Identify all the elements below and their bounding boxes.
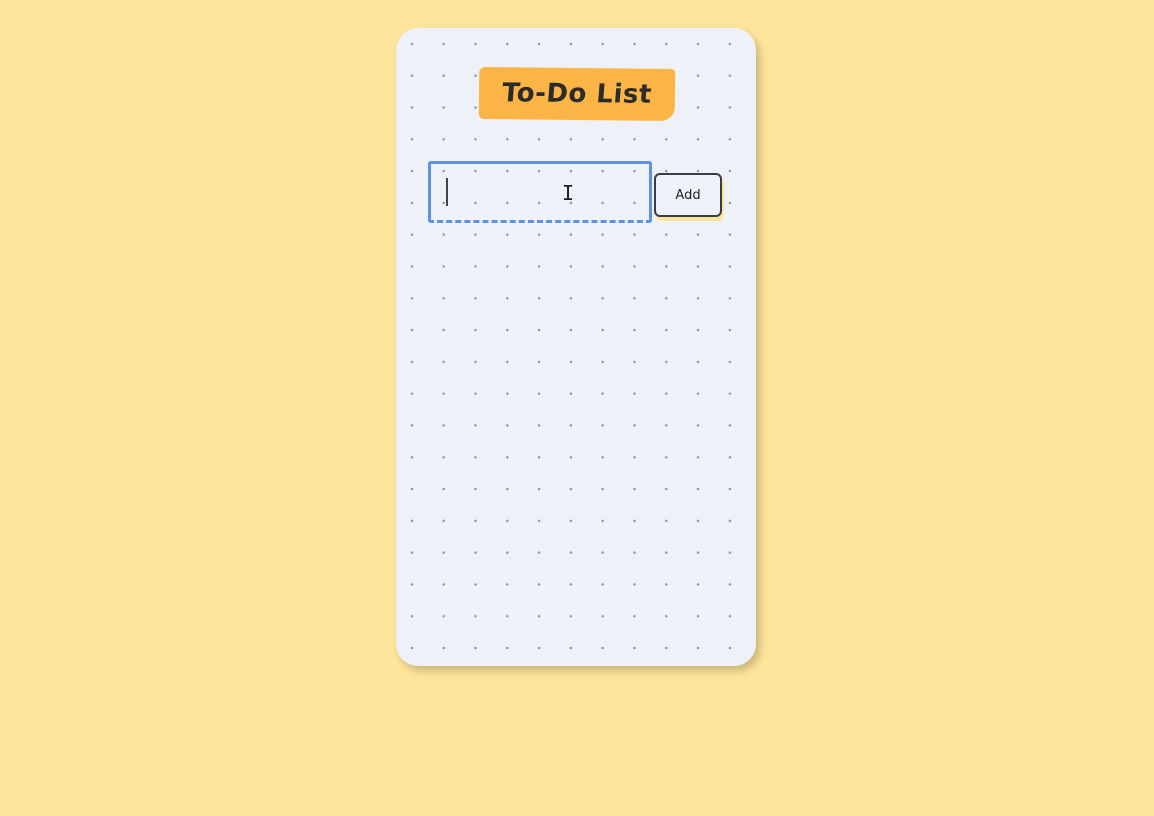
task-input[interactable]	[428, 161, 652, 223]
add-task-row: I Add	[428, 161, 728, 225]
todo-card: To-Do List I Add	[396, 28, 756, 666]
text-caret	[446, 178, 448, 206]
title-highlight: To-Do List	[478, 66, 676, 122]
text-cursor-ibeam-icon: I	[562, 181, 575, 205]
app-title: To-Do List	[500, 78, 654, 110]
add-button[interactable]: Add	[654, 173, 722, 217]
